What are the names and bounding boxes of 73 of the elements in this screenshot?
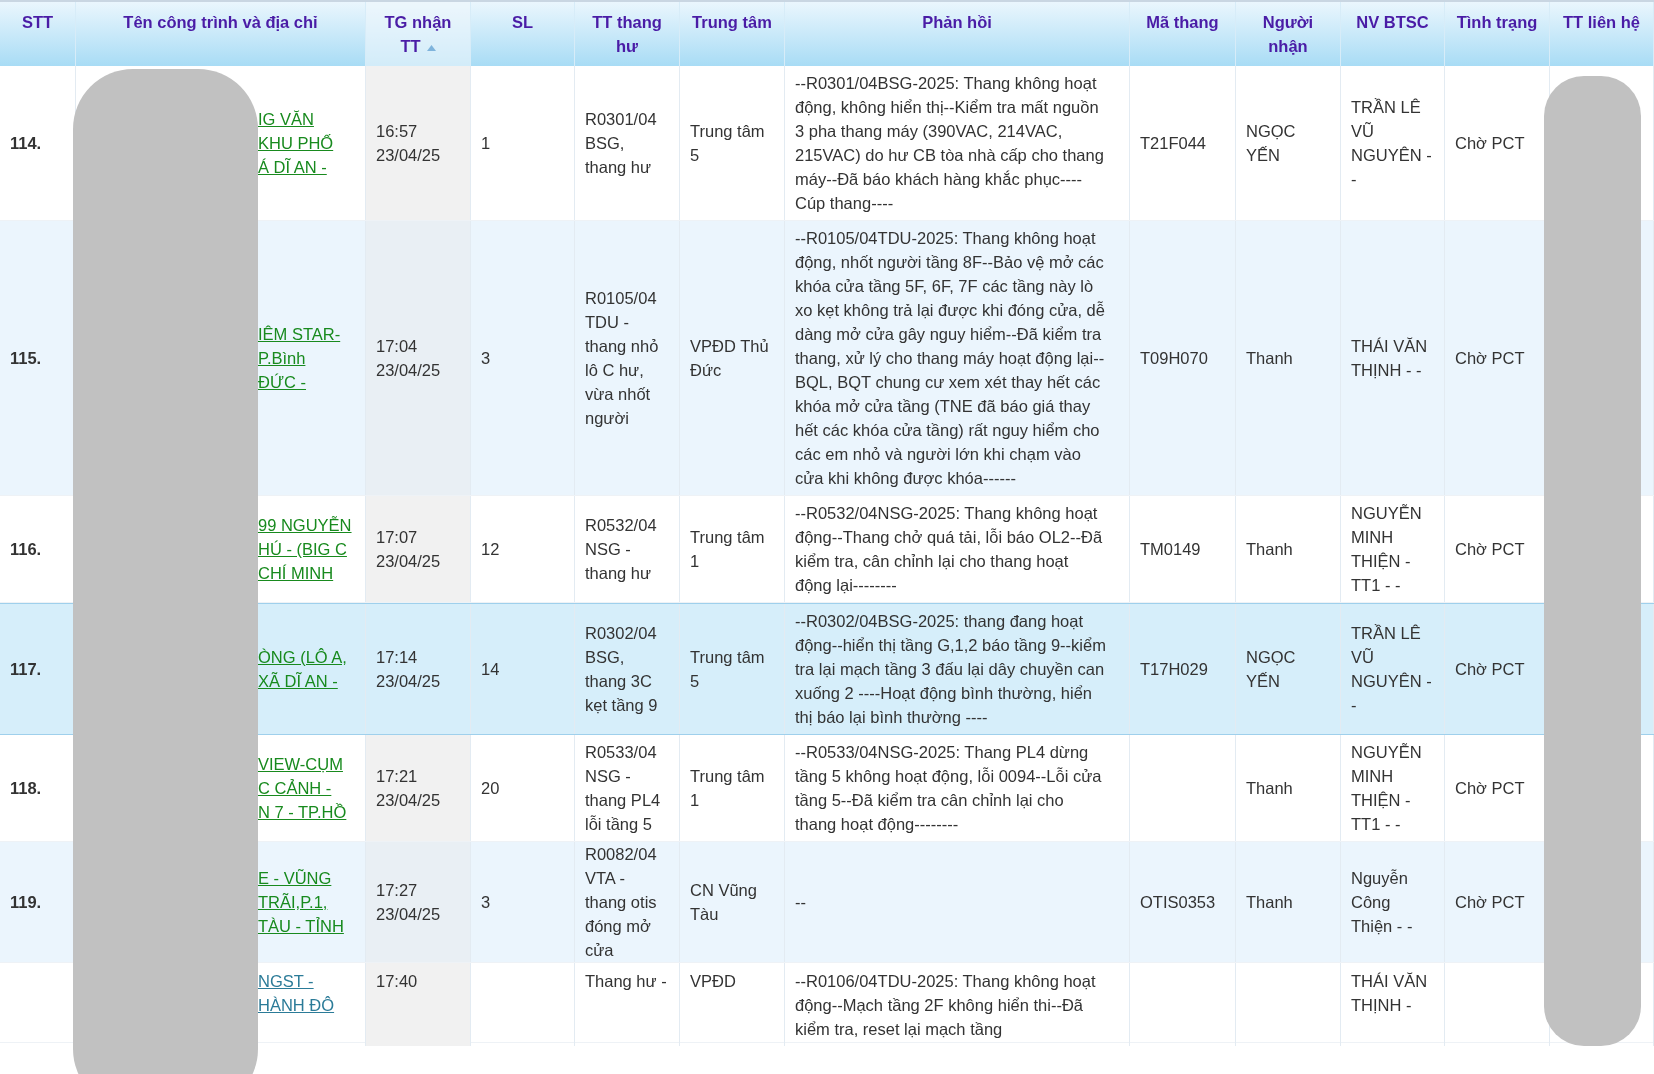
elevator-code: OTIS0353	[1140, 892, 1216, 913]
project-link[interactable]: IÊM STAR- P.Bình ĐỨC -	[258, 322, 341, 394]
project-link[interactable]: IG VĂN KHU PHỐ Á DĨ AN -	[258, 107, 334, 179]
quantity: 14	[481, 659, 500, 680]
status-text: Chờ PCT	[1455, 659, 1525, 680]
sort-ascending-icon	[426, 44, 436, 51]
technician-name: NGUYỄN MINH THIỆN - TT1 - -	[1351, 503, 1423, 596]
quantity: 3	[481, 348, 491, 369]
receiver-name: Thanh	[1246, 348, 1293, 369]
receiver-name: NGỌC YẾN	[1246, 121, 1297, 166]
technician-name: THÁI VĂN THỊNH -	[1351, 971, 1429, 1016]
technician-name: NGUYỄN MINH THIỆN - TT1 - -	[1351, 742, 1423, 835]
feedback-text: --R0301/04BSG-2025: Thang không hoạt động, không hiển thị--Kiểm tra mất nguồn 3 pha thang máy (390VAC, 214VAC, 215VAC) do hư CB tòa nhà cấp cho thang máy--Đã báo khách hàng khắc phục----Cúp thang----	[795, 73, 1105, 214]
center-name: Trung tâm 1	[690, 527, 766, 572]
row-number: 116.	[10, 539, 42, 560]
project-link[interactable]: VIEW-CỤM C CẢNH - N 7 - TP.HỒ	[258, 752, 347, 824]
technician-name: THÁI VĂN THỊNH - -	[1351, 336, 1429, 381]
feedback-text: --	[795, 892, 806, 913]
receiver-name: Thanh	[1246, 892, 1293, 913]
quantity: 3	[481, 892, 491, 913]
project-link[interactable]: E - VŨNG TRÃI,P.1, TÀU - TỈNH	[258, 866, 344, 938]
status-text: Chờ PCT	[1455, 778, 1525, 799]
elevator-code: T17H029	[1140, 659, 1208, 680]
status-text: Chờ PCT	[1455, 348, 1525, 369]
quantity: 12	[481, 539, 500, 560]
receiver-name: Thanh	[1246, 539, 1293, 560]
elevator-code: TM0149	[1140, 539, 1201, 560]
fault-note: R0082/04 VTA - thang otis đóng mở cửa	[585, 844, 658, 961]
elevator-code: T09H070	[1140, 348, 1208, 369]
feedback-text: --R0106/04TDU-2025: Thang không hoạt động--Mạch tầng 2F không hiển thi--Đã kiểm tra, reset lại mạch tầng	[795, 971, 1097, 1040]
received-time: 17:40	[376, 971, 418, 992]
fault-note: Thang hư -	[585, 971, 667, 992]
center-name: CN Vũng Tàu	[690, 880, 758, 925]
received-time: 17:14 23/04/25	[376, 647, 441, 692]
feedback-text: --R0105/04TDU-2025: Thang không hoạt động, nhốt người tầng 8F--Bảo vệ mở các khóa cửa tầng 5F, 6F, 7F các tầng này lò xo kẹt không trả lại được khi đóng cửa, dễ dàng mở cửa gây nguy hiểm--Đã kiểm tra thang, xử lý cho thang máy hoạt động lại--BQL, BQT chung cư xem xét thay hết các khóa mở cửa tầng (TNE đã báo giá thay hết các khóa cửa tầng) rất nguy hiểm cho các em nhỏ và người lớn khi chạm vào cửa khi không được khóa------	[795, 228, 1106, 489]
received-time: 17:07 23/04/25	[376, 527, 441, 572]
project-link[interactable]: 99 NGUYỄN HÚ - (BIG C CHÍ MINH	[258, 513, 352, 585]
receiver-name: Thanh	[1246, 778, 1293, 799]
received-time: 17:04 23/04/25	[376, 336, 441, 381]
row-number: 114.	[10, 133, 42, 154]
receiver-name: NGỌC YẾN	[1246, 647, 1297, 692]
center-name: Trung tâm 1	[690, 766, 766, 811]
technician-name: TRẦN LÊ VŨ NGUYÊN - -	[1351, 623, 1433, 716]
received-time: 17:21 23/04/25	[376, 766, 441, 811]
technician-name: TRẦN LÊ VŨ NGUYÊN - -	[1351, 97, 1433, 190]
center-name: Trung tâm 5	[690, 121, 766, 166]
fault-note: R0301/04 BSG, thang hư	[585, 109, 658, 178]
elevator-code: T21F044	[1140, 133, 1207, 154]
project-link[interactable]: NGST - HÀNH ĐÔ	[258, 969, 335, 1017]
column-header[interactable]: TG nhận TT	[366, 2, 471, 66]
row-number: 115.	[10, 348, 42, 369]
row-number: 117.	[10, 659, 42, 680]
quantity: 1	[481, 133, 491, 154]
fault-note: R0532/04 NSG - thang hư	[585, 515, 658, 584]
project-link[interactable]: ÒNG (LÔ A, XÃ DĨ AN -	[258, 645, 347, 693]
center-name: VPĐD	[690, 971, 736, 992]
technician-name: Nguyễn Công Thiện - -	[1351, 868, 1414, 937]
received-time: 16:57 23/04/25	[376, 121, 441, 166]
received-time: 17:27 23/04/25	[376, 880, 441, 925]
center-name: Trung tâm 5	[690, 647, 766, 692]
status-text: Chờ PCT	[1455, 892, 1525, 913]
row-number: 119.	[10, 892, 42, 913]
feedback-text: --R0532/04NSG-2025: Thang không hoạt động--Thang chở quá tải, lỗi báo OL2--Đã kiểm tra, cân chỉnh lại cho thang hoạt động lại--------	[795, 503, 1104, 596]
quantity: 20	[481, 778, 500, 799]
status-text: Chờ PCT	[1455, 133, 1525, 154]
row-number: 118.	[10, 778, 42, 799]
status-text: Chờ PCT	[1455, 539, 1525, 560]
fault-note: R0105/04 TDU - thang nhỏ lô C hư, vừa nhốt người	[585, 288, 660, 429]
center-name: VPĐD Thủ Đức	[690, 336, 770, 381]
fault-note: R0533/04 NSG - thang PL4 lỗi tầng 5	[585, 742, 662, 835]
fault-note: R0302/04 BSG, thang 3C kẹt tầng 9	[585, 623, 659, 716]
feedback-text: --R0533/04NSG-2025: Thang PL4 dừng tầng 5 không hoạt động, lỗi 0094--Lỗi cửa tầng 5--Đã kiểm tra cân chỉnh lại cho thang hoạt động--------	[795, 742, 1103, 835]
feedback-text: --R0302/04BSG-2025: thang đang hoạt động--hiển thị tầng G,1,2 báo tầng 9--kiểm tra lại mạch tầng 3 đấu lại dây chuyền can xuống 2 ----Hoạt động bình thường, hiển thị báo lại bình thường ----	[795, 611, 1107, 728]
